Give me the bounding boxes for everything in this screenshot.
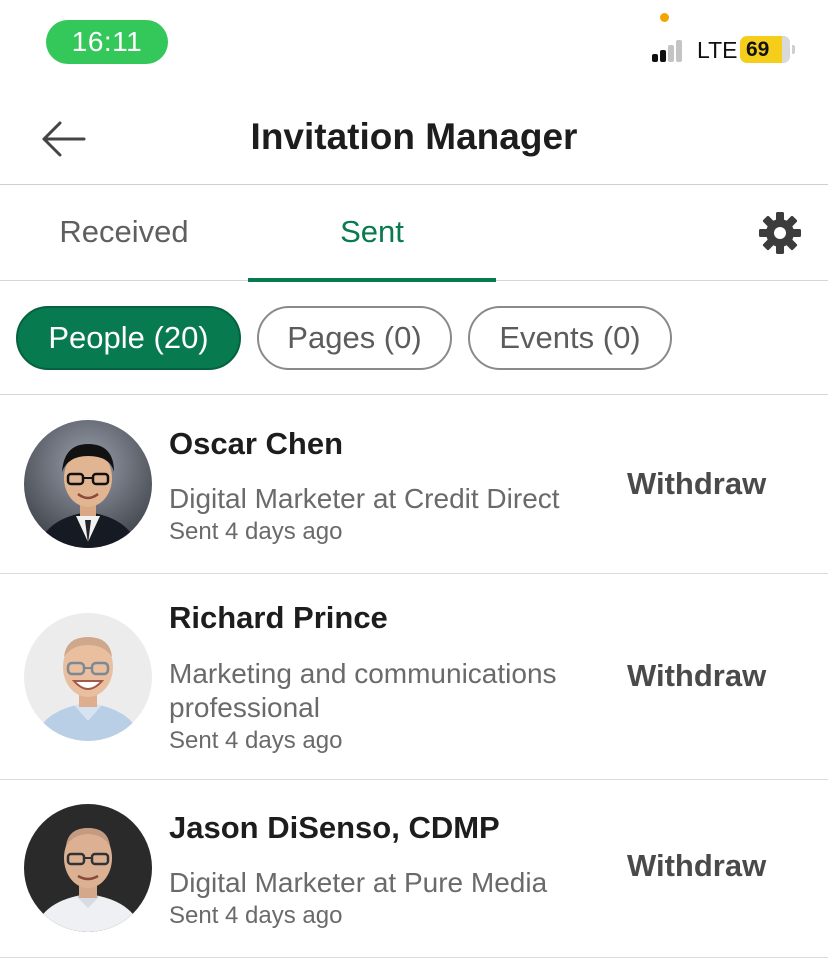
withdraw-button[interactable]: Withdraw — [627, 848, 766, 884]
invitation-row[interactable]: Oscar Chen Digital Marketer at Credit Di… — [0, 396, 828, 574]
privacy-indicator-dot — [660, 13, 669, 22]
filter-bar: People (20) Pages (0) Events (0) — [0, 282, 828, 395]
invitation-row[interactable]: Jason DiSenso, CDMP Digital Marketer at … — [0, 780, 828, 958]
invitation-sent-time: Sent 4 days ago — [169, 902, 343, 929]
avatar[interactable] — [24, 420, 152, 548]
battery-level: 69 — [746, 38, 770, 61]
invitee-name[interactable]: Richard Prince — [169, 600, 388, 636]
invitee-name[interactable]: Jason DiSenso, CDMP — [169, 810, 500, 846]
filter-events-pill[interactable]: Events (0) — [468, 306, 672, 370]
withdraw-button[interactable]: Withdraw — [627, 658, 766, 694]
page-title: Invitation Manager — [250, 116, 578, 157]
tab-sent[interactable]: Sent — [248, 185, 496, 282]
invitee-headline: Digital Marketer at Credit Direct — [169, 483, 560, 514]
invitation-sent-time: Sent 4 days ago — [169, 518, 343, 545]
filter-people-pill[interactable]: People (20) — [16, 306, 241, 370]
app-header: Invitation Manager — [0, 90, 828, 185]
invitation-sent-time: Sent 4 days ago — [169, 727, 343, 754]
invitee-headline: Digital Marketer at Pure Media — [169, 867, 548, 898]
avatar[interactable] — [24, 613, 152, 741]
settings-button[interactable] — [758, 211, 802, 255]
signal-strength-icon — [652, 38, 692, 62]
filter-pages-pill[interactable]: Pages (0) — [257, 306, 452, 370]
battery-empty-portion — [782, 36, 790, 63]
battery-icon: 69 — [740, 36, 795, 63]
battery-nub — [792, 45, 795, 54]
withdraw-button[interactable]: Withdraw — [627, 466, 766, 502]
tab-bar: Received Sent — [0, 185, 828, 282]
status-bar: 16:11 LTE 69 — [0, 0, 828, 90]
avatar[interactable] — [24, 804, 152, 932]
invitation-row[interactable]: Richard Prince Marketing and communicati… — [0, 574, 828, 780]
invitee-name[interactable]: Oscar Chen — [169, 426, 343, 462]
tab-received-label: Received — [59, 214, 189, 249]
tab-received[interactable]: Received — [0, 185, 248, 281]
status-time: 16:11 — [46, 20, 168, 64]
network-type-label: LTE — [697, 37, 738, 63]
invitee-headline: Marketing and communications professiona… — [169, 658, 557, 723]
gear-icon — [759, 212, 801, 254]
tab-sent-label: Sent — [340, 214, 404, 249]
